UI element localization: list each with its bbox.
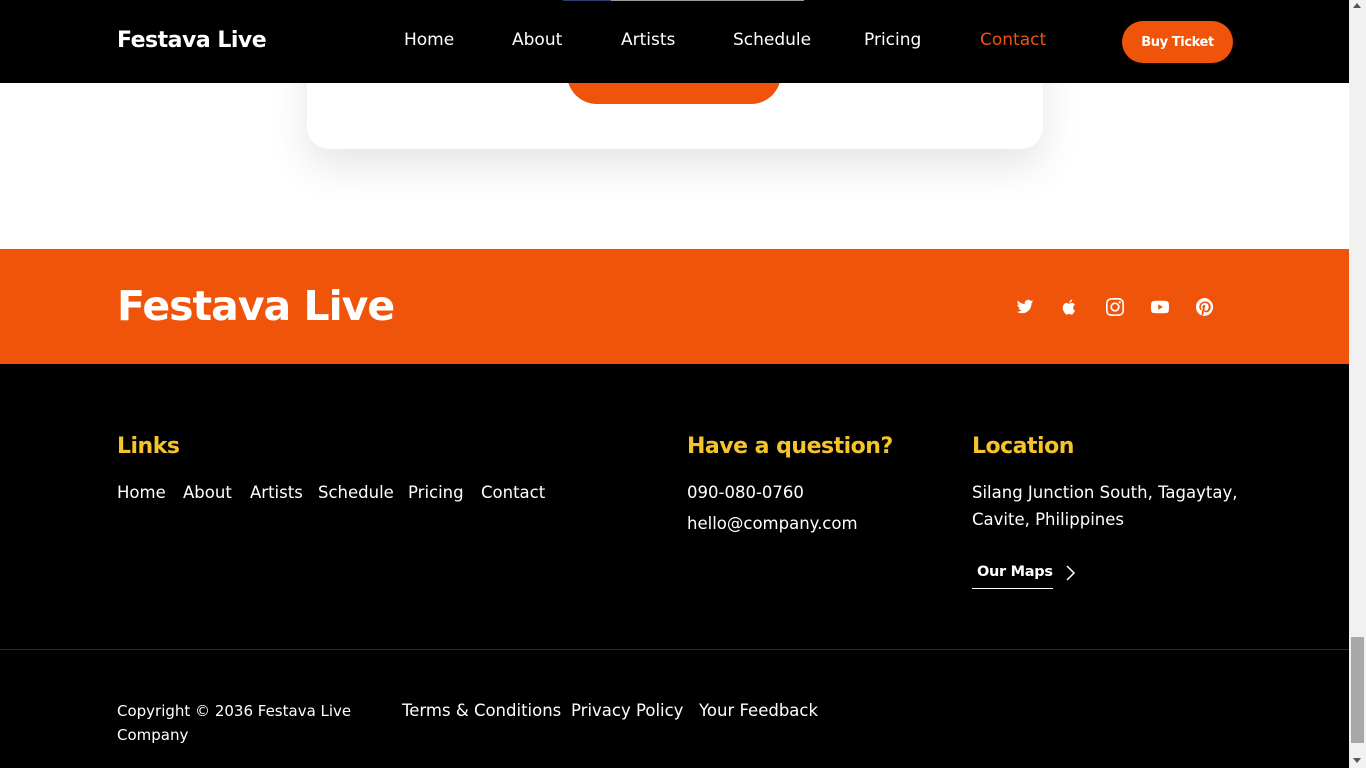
nav-link-artists[interactable]: Artists — [621, 30, 675, 50]
footer-link-schedule[interactable]: Schedule — [318, 483, 394, 502]
links-title: Links — [117, 434, 180, 459]
our-maps-underline — [972, 588, 1053, 589]
youtube-icon[interactable] — [1149, 296, 1171, 318]
scrollbar-thumb[interactable] — [1351, 637, 1364, 743]
instagram-icon[interactable] — [1104, 296, 1126, 318]
footer-brand[interactable]: Festava Live — [117, 282, 395, 330]
email-link[interactable]: hello@company.com — [687, 514, 858, 533]
chevron-right-icon — [1066, 565, 1076, 581]
navbar-edge-line — [563, 0, 611, 1]
privacy-link[interactable]: Privacy Policy — [571, 701, 683, 720]
scroll-down-arrow-icon[interactable] — [1353, 758, 1361, 763]
twitter-icon[interactable] — [1014, 296, 1036, 318]
our-maps-link[interactable]: Our Maps — [972, 560, 1082, 590]
copyright-text: Copyright © 2036 Festava Live Company — [117, 702, 352, 744]
apple-icon[interactable] — [1059, 296, 1081, 318]
buy-ticket-button[interactable]: Buy Ticket — [1122, 21, 1233, 63]
footer-link-pricing[interactable]: Pricing — [408, 483, 464, 502]
nav-link-schedule[interactable]: Schedule — [733, 30, 811, 50]
address-line-2: Cavite, Philippines — [972, 510, 1124, 529]
nav-link-about[interactable]: About — [512, 30, 562, 50]
scroll-up-arrow-icon[interactable] — [1353, 3, 1361, 8]
phone-link[interactable]: 090-080-0760 — [687, 483, 804, 502]
navbar-edge-line — [611, 0, 804, 1]
footer-link-about[interactable]: About — [183, 483, 232, 502]
nav-link-home[interactable]: Home — [404, 30, 454, 50]
footer-divider — [0, 649, 1349, 650]
our-maps-label: Our Maps — [977, 564, 1053, 580]
navbar: Festava Live Home About Artists Schedule… — [0, 0, 1349, 83]
footer-link-artists[interactable]: Artists — [250, 483, 303, 502]
terms-link[interactable]: Terms & Conditions — [402, 701, 561, 720]
location-title: Location — [972, 434, 1074, 459]
feedback-link[interactable]: Your Feedback — [699, 701, 818, 720]
question-title: Have a question? — [687, 434, 893, 459]
footer-link-home[interactable]: Home — [117, 483, 166, 502]
nav-link-pricing[interactable]: Pricing — [864, 30, 921, 50]
address-line-1: Silang Junction South, Tagaytay, — [972, 483, 1238, 502]
nav-link-contact[interactable]: Contact — [980, 30, 1046, 50]
footer-link-contact[interactable]: Contact — [481, 483, 545, 502]
pinterest-icon[interactable] — [1194, 296, 1216, 318]
